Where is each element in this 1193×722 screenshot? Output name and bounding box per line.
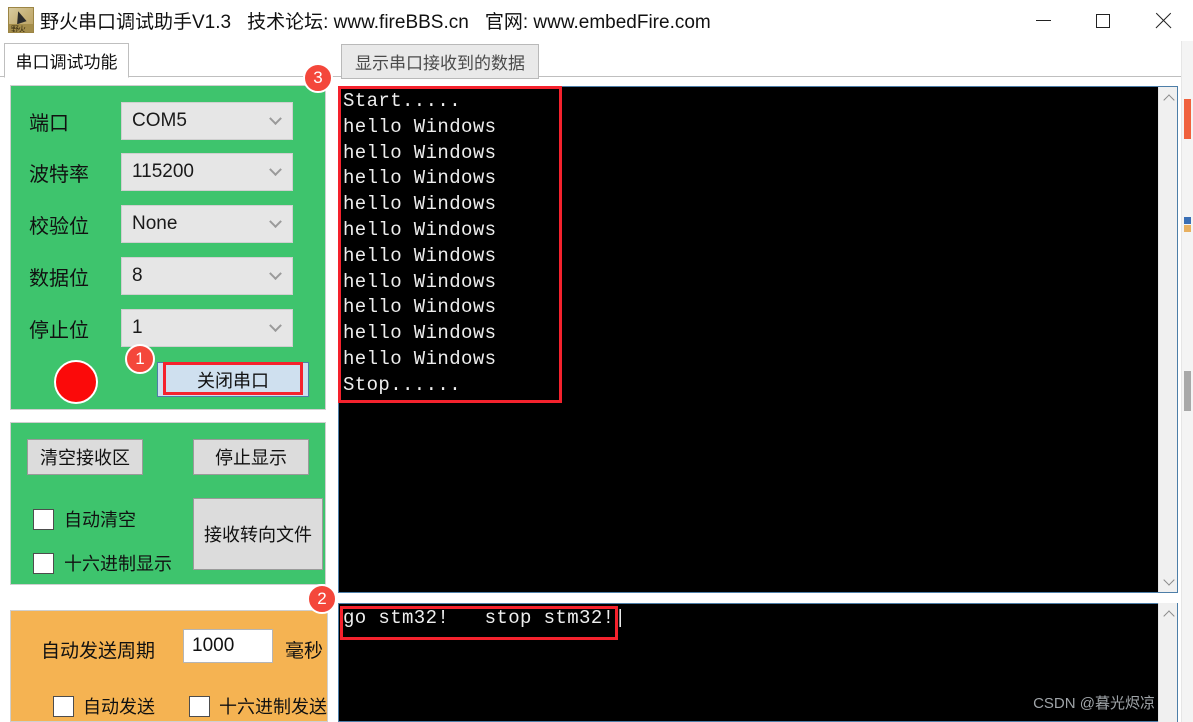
auto-clear-checkbox[interactable] (33, 508, 54, 530)
select-port-value: COM5 (132, 110, 187, 131)
hex-send-checkbox[interactable] (189, 695, 210, 717)
select-stopbits-value: 1 (132, 317, 143, 338)
receive-text-area[interactable]: Start..... hello Windows hello Windows h… (338, 86, 1178, 593)
hex-display-label: 十六进制显示 (64, 554, 172, 574)
label-port: 端口 (29, 112, 69, 135)
tab-strip: 串口调试功能 显示串口接收到的数据 (0, 41, 1193, 79)
hex-display-checkbox-row[interactable]: 十六进制显示 (33, 550, 172, 576)
close-button[interactable] (1133, 0, 1193, 41)
receive-controls-panel: 清空接收区 停止显示 接收转向文件 自动清空 十六进制显示 (10, 422, 326, 585)
auto-send-checkbox[interactable] (53, 695, 74, 717)
select-baudrate-value: 115200 (132, 161, 194, 182)
label-parity: 校验位 (29, 215, 89, 238)
send-scrollbar[interactable] (1158, 603, 1177, 722)
receive-scrollbar[interactable] (1158, 87, 1177, 592)
select-baudrate[interactable]: 115200 (121, 153, 293, 191)
setting-row-databits: 数据位 8 (11, 257, 293, 295)
select-databits[interactable]: 8 (121, 257, 293, 295)
setting-row-baudrate: 波特率 115200 (11, 153, 293, 191)
csdn-watermark: CSDN @暮光烬凉 (1033, 695, 1155, 712)
auto-clear-label: 自动清空 (64, 510, 136, 530)
label-databits: 数据位 (29, 267, 89, 290)
scrollbar-marker-orange (1184, 99, 1191, 139)
minimize-icon (1035, 20, 1051, 21)
status-led-indicator (54, 360, 98, 404)
yehuo-logo-icon: 野火 (8, 7, 34, 33)
receive-to-file-button[interactable]: 接收转向文件 (193, 498, 323, 570)
auto-send-label: 自动发送 (83, 697, 155, 717)
window-controls (1013, 0, 1193, 41)
scroll-up-icon[interactable] (1159, 89, 1178, 107)
chevron-down-icon (269, 215, 282, 229)
chevron-up-glyph (1162, 93, 1175, 106)
setting-row-port: 端口 COM5 (11, 102, 293, 140)
send-terminal-text: go stm32! stop stm32!| (343, 607, 627, 629)
window-title: 野火串口调试助手V1.3 技术论坛: www.fireBBS.cn 官网: ww… (40, 0, 727, 41)
auto-send-checkbox-row[interactable]: 自动发送 (53, 693, 155, 719)
setting-row-parity: 校验位 None (11, 205, 293, 243)
maximize-button[interactable] (1073, 0, 1133, 41)
title-forum: 技术论坛: www.fireBBS.cn (247, 12, 469, 33)
hex-send-label: 十六进制发送 (219, 697, 327, 717)
select-databits-value: 8 (132, 265, 143, 286)
title-app-name: 野火串口调试助手V1.3 (40, 12, 232, 33)
scroll-up-icon[interactable] (1159, 605, 1178, 623)
receive-terminal-text: Start..... hello Windows hello Windows h… (343, 90, 497, 396)
minimize-button[interactable] (1013, 0, 1073, 41)
scrollbar-marker-tan (1184, 225, 1191, 232)
scrollbar-marker-blue (1184, 217, 1191, 224)
serial-debug-assistant-window: 野火 野火串口调试助手V1.3 技术论坛: www.fireBBS.cn 官网:… (0, 0, 1193, 722)
logo-base-text: 野火 (11, 25, 26, 33)
clear-receive-button[interactable]: 清空接收区 (27, 439, 143, 475)
maximize-icon (1096, 13, 1110, 28)
chevron-down-icon (269, 112, 282, 126)
hex-send-checkbox-row[interactable]: 十六进制发送 (189, 693, 327, 719)
select-parity[interactable]: None (121, 205, 293, 243)
chevron-up-glyph (1162, 609, 1175, 622)
step-badge-3: 3 (303, 63, 333, 93)
step-badge-1: 1 (125, 344, 155, 374)
auto-send-period-unit: 毫秒 (285, 641, 324, 662)
page-scrollbar-thumb[interactable] (1184, 371, 1191, 411)
flame-shape (13, 9, 27, 25)
hex-display-checkbox[interactable] (33, 552, 54, 574)
close-icon (1154, 12, 1172, 30)
chevron-down-icon (269, 163, 282, 177)
page-scrollbar[interactable] (1181, 41, 1193, 722)
chevron-down-glyph (1162, 573, 1175, 586)
tab-serial-debug[interactable]: 串口调试功能 (4, 43, 129, 78)
chevron-down-icon (269, 267, 282, 281)
select-port[interactable]: COM5 (121, 102, 293, 140)
close-port-button[interactable]: 关闭串口 (157, 362, 309, 397)
select-parity-value: None (132, 213, 178, 234)
tab-received-data[interactable]: 显示串口接收到的数据 (341, 44, 539, 79)
scroll-down-icon[interactable] (1159, 572, 1178, 590)
send-text-area[interactable]: go stm32! stop stm32!| CSDN @暮光烬凉 (338, 603, 1178, 722)
select-stopbits[interactable]: 1 (121, 309, 293, 347)
auto-send-panel: 自动发送周期 1000 毫秒 自动发送 十六进制发送 (10, 610, 328, 722)
auto-send-period-label: 自动发送周期 (41, 641, 156, 662)
auto-clear-checkbox-row[interactable]: 自动清空 (33, 506, 136, 532)
step-badge-2: 2 (307, 584, 337, 614)
title-bar: 野火 野火串口调试助手V1.3 技术论坛: www.fireBBS.cn 官网:… (0, 0, 1193, 41)
label-stopbits: 停止位 (29, 319, 89, 342)
chevron-down-icon (269, 319, 282, 333)
title-official-site: 官网: www.embedFire.com (484, 12, 711, 33)
auto-send-period-input[interactable]: 1000 (183, 629, 273, 663)
setting-row-stopbits: 停止位 1 (11, 309, 293, 347)
stop-display-button[interactable]: 停止显示 (193, 439, 309, 475)
label-baudrate: 波特率 (29, 163, 89, 186)
